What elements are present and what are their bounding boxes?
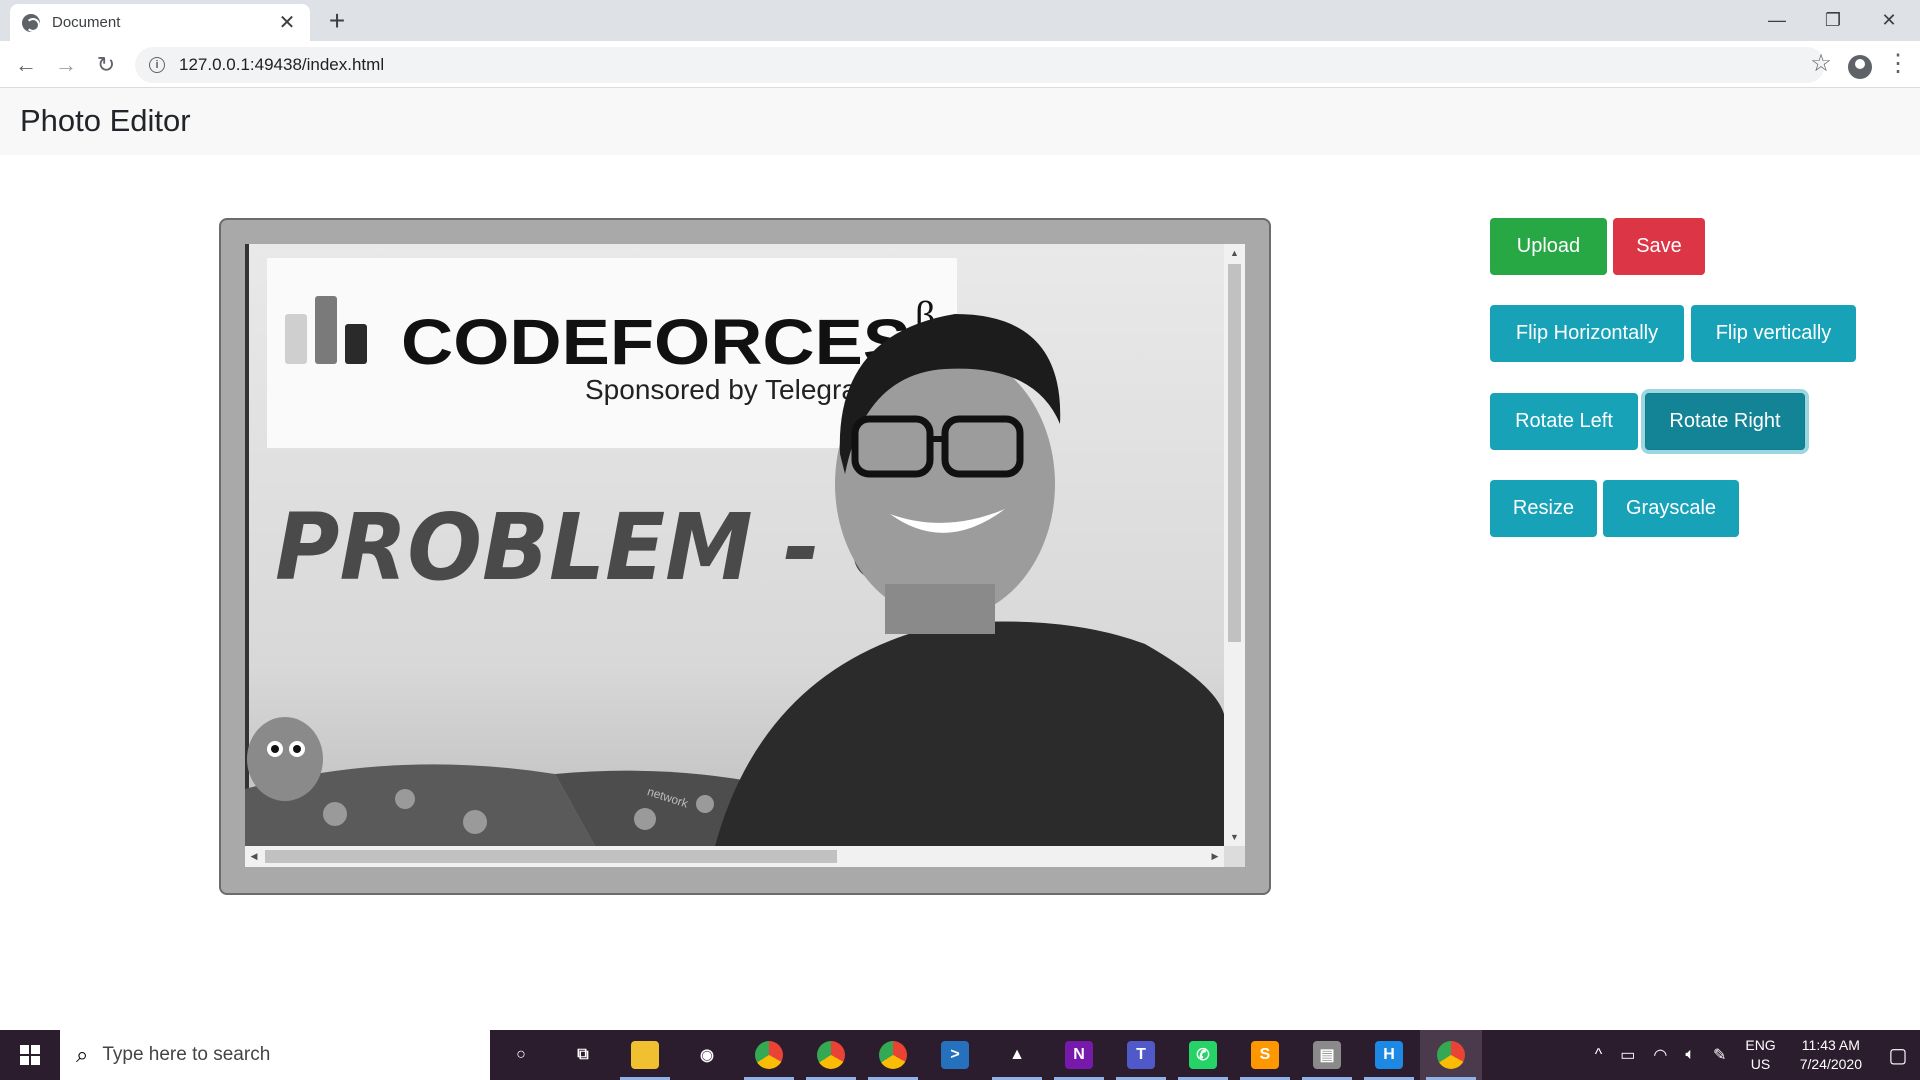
taskbar-app-2[interactable]	[614, 1030, 676, 1080]
codeforces-logo-text: CODEFORCES	[401, 306, 911, 378]
sublime-icon: S	[1251, 1041, 1279, 1069]
file-explorer-icon	[631, 1041, 659, 1069]
vertical-scrollbar[interactable]: ▲ ▼	[1224, 244, 1245, 846]
taskbar-app-14[interactable]: H	[1358, 1030, 1420, 1080]
obs-icon: ◉	[693, 1041, 721, 1069]
taskbar-app-10[interactable]: T	[1110, 1030, 1172, 1080]
scroll-down-icon[interactable]: ▼	[1224, 828, 1245, 846]
forward-arrow-icon[interactable]: →	[50, 49, 82, 81]
printer-icon: ▤	[1313, 1041, 1341, 1069]
taskbar-app-icons: ○ ⧉ ◉ > ▲ N T ✆ S ▤ H	[490, 1030, 1482, 1080]
upload-button[interactable]: Upload	[1490, 218, 1607, 275]
close-window-button[interactable]: ✕	[1862, 0, 1916, 41]
taskbar-app-1[interactable]: ⧉	[552, 1030, 614, 1080]
url-text[interactable]: 127.0.0.1:49438/index.html	[179, 55, 384, 75]
volume-icon[interactable]: 🔈︎	[1685, 1046, 1695, 1064]
onenote-icon: N	[1065, 1041, 1093, 1069]
taskbar-app-15[interactable]	[1420, 1030, 1482, 1080]
rotate-left-button[interactable]: Rotate Left	[1490, 393, 1638, 450]
globe-icon	[22, 13, 40, 32]
tab-close-icon[interactable]: ✕	[276, 10, 298, 35]
grayscale-button[interactable]: Grayscale	[1603, 480, 1739, 537]
taskbar-app-8[interactable]: ▲	[986, 1030, 1048, 1080]
taskbar-app-6[interactable]	[862, 1030, 924, 1080]
vertical-scroll-thumb[interactable]	[1228, 264, 1241, 642]
horizontal-scroll-thumb[interactable]	[265, 850, 837, 863]
whatsapp-icon: ✆	[1189, 1041, 1217, 1069]
taskbar-app-9[interactable]: N	[1048, 1030, 1110, 1080]
app-icon: H	[1375, 1041, 1403, 1069]
rotate-right-button[interactable]: Rotate Right	[1645, 393, 1805, 450]
task-view-icon: ⧉	[569, 1041, 597, 1069]
scroll-left-icon[interactable]: ◀	[245, 846, 263, 867]
chrome-active-icon	[1437, 1041, 1465, 1069]
language-code: ENG	[1745, 1037, 1776, 1053]
chrome-canary-icon	[817, 1041, 845, 1069]
profile-avatar-icon[interactable]	[1848, 55, 1872, 79]
taskbar-app-4[interactable]	[738, 1030, 800, 1080]
taskbar-clock[interactable]: 11:43 AM 7/24/2020	[1800, 1036, 1862, 1074]
chrome-icon	[755, 1041, 783, 1069]
tab-title: Document	[52, 14, 121, 31]
taskbar-app-5[interactable]	[800, 1030, 862, 1080]
powershell-icon: >	[941, 1041, 969, 1069]
browser-tabstrip: Document ✕ + — ❐ ✕	[0, 0, 1920, 41]
horizontal-scrollbar[interactable]: ◀ ▶	[245, 846, 1224, 867]
taskbar-search-box[interactable]: ⌕ Type here to search	[60, 1030, 490, 1080]
save-button[interactable]: Save	[1613, 218, 1705, 275]
bookmark-star-icon[interactable]: ☆	[1806, 49, 1836, 78]
edited-photo: CODEFORCES β Sponsored by Telegram PROBL…	[245, 244, 1224, 846]
problem-headline: PROBLEM - C	[275, 494, 915, 601]
pen-icon[interactable]: ✎	[1713, 1045, 1726, 1065]
search-placeholder[interactable]: Type here to search	[102, 1044, 270, 1066]
cortana-icon: ○	[507, 1041, 535, 1069]
windows-start-icon[interactable]	[0, 1030, 60, 1080]
editor-frame: CODEFORCES β Sponsored by Telegram PROBL…	[219, 218, 1271, 895]
teams-icon: T	[1127, 1041, 1155, 1069]
browser-tab[interactable]: Document ✕	[10, 4, 310, 41]
back-arrow-icon[interactable]: ←	[10, 49, 42, 81]
search-icon: ⌕	[76, 1042, 89, 1067]
windows-taskbar: ⌕ Type here to search ○ ⧉ ◉ > ▲ N T ✆ S ▤ H ^ ▭ ◠ …	[0, 1030, 1920, 1080]
scroll-up-icon[interactable]: ▲	[1224, 244, 1245, 262]
image-viewport[interactable]: CODEFORCES β Sponsored by Telegram PROBL…	[245, 244, 1245, 867]
flip-vertically-button[interactable]: Flip vertically	[1691, 305, 1856, 362]
photos-icon: ▲	[1003, 1041, 1031, 1069]
taskbar-app-11[interactable]: ✆	[1172, 1030, 1234, 1080]
page-title[interactable]: Photo Editor	[20, 103, 191, 139]
taskbar-app-3[interactable]: ◉	[676, 1030, 738, 1080]
info-icon[interactable]: i	[149, 57, 165, 73]
notification-icon[interactable]: ▢	[1876, 1030, 1920, 1080]
scrollbar-corner	[1224, 846, 1245, 867]
reload-icon[interactable]: ↻	[90, 49, 122, 81]
flip-horizontally-button[interactable]: Flip Horizontally	[1490, 305, 1684, 362]
language-indicator[interactable]: ENG US	[1745, 1036, 1775, 1074]
app-navbar: Photo Editor	[0, 88, 1920, 155]
address-bar[interactable]: i 127.0.0.1:49438/index.html	[135, 47, 1825, 83]
scroll-right-icon[interactable]: ▶	[1206, 846, 1224, 867]
wifi-icon[interactable]: ◠	[1653, 1045, 1667, 1065]
system-tray: ^ ▭ ◠ 🔈︎ ✎ ENG US 11:43 AM 7/24/2020 ▢	[1586, 1030, 1920, 1080]
sponsor-text: Sponsored by Telegram	[585, 374, 880, 405]
resize-button[interactable]: Resize	[1490, 480, 1597, 537]
taskbar-app-0[interactable]: ○	[490, 1030, 552, 1080]
taskbar-app-7[interactable]: >	[924, 1030, 986, 1080]
minimize-button[interactable]: —	[1750, 0, 1804, 41]
clock-time: 11:43 AM	[1801, 1037, 1860, 1053]
browser-toolbar: ← → ↻ i 127.0.0.1:49438/index.html ☆ ⋮	[0, 41, 1920, 88]
chevron-up-icon[interactable]: ^	[1595, 1046, 1603, 1064]
taskbar-app-12[interactable]: S	[1234, 1030, 1296, 1080]
chrome-profile-icon	[879, 1041, 907, 1069]
region-code: US	[1750, 1056, 1771, 1072]
restore-button[interactable]: ❐	[1806, 0, 1860, 41]
clock-date: 7/24/2020	[1799, 1056, 1862, 1072]
battery-icon[interactable]: ▭	[1620, 1045, 1635, 1065]
new-tab-button[interactable]: +	[322, 6, 352, 36]
browser-menu-icon[interactable]: ⋮	[1886, 49, 1910, 78]
taskbar-app-13[interactable]: ▤	[1296, 1030, 1358, 1080]
